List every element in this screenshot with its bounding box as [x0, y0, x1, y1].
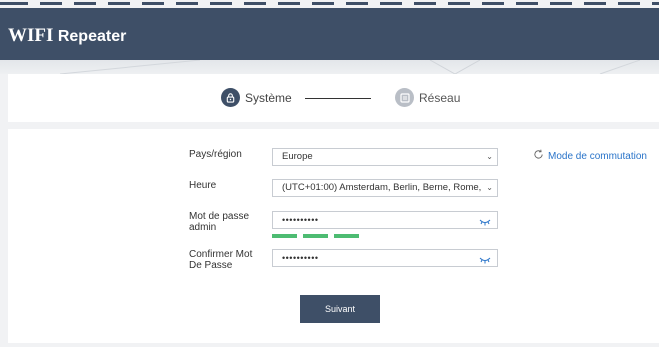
- next-button[interactable]: Suivant: [300, 295, 380, 323]
- app-header: WIFI Repeater: [0, 8, 659, 60]
- time-label: Heure: [189, 180, 217, 191]
- admin-password-label-line1: Mot de passe: [189, 211, 250, 222]
- strength-bar: [272, 234, 297, 238]
- top-dashed-strip: [0, 0, 659, 8]
- admin-password-label: Mot de passe admin: [189, 211, 269, 233]
- app-title-rest: Repeater: [53, 28, 127, 45]
- network-icon: [395, 88, 414, 107]
- strength-bar: [303, 234, 328, 238]
- chevron-down-icon: ⌄: [484, 180, 493, 196]
- confirm-password-field[interactable]: ••••••••••: [272, 249, 498, 267]
- eye-closed-icon[interactable]: [479, 216, 491, 228]
- admin-password-value: ••••••••••: [282, 215, 319, 225]
- timezone-value: (UTC+01:00) Amsterdam, Berlin, Berne, Ro…: [282, 182, 491, 193]
- country-label: Pays/région: [189, 149, 242, 160]
- step-network-label: Réseau: [419, 90, 461, 105]
- step-connector: [305, 98, 371, 99]
- switch-mode-link[interactable]: Mode de commutation: [533, 149, 647, 163]
- admin-password-field[interactable]: ••••••••••: [272, 211, 498, 229]
- step-system-label: Système: [245, 90, 292, 105]
- step-network: Réseau: [395, 88, 460, 107]
- decor-band: [0, 60, 659, 74]
- admin-password-label-line2: admin: [189, 222, 217, 233]
- confirm-password-value: ••••••••••: [282, 253, 319, 263]
- country-select[interactable]: Europe ⌄: [272, 148, 498, 166]
- switch-mode-label: Mode de commutation: [548, 150, 647, 162]
- lock-icon: [221, 88, 240, 107]
- country-value: Europe: [282, 151, 313, 162]
- step-system: Système: [221, 88, 292, 107]
- confirm-password-label-line1: Confirmer Mot: [189, 249, 253, 260]
- password-strength-meter: [272, 234, 359, 238]
- app-title: WIFI Repeater: [8, 25, 126, 47]
- timezone-select[interactable]: (UTC+01:00) Amsterdam, Berlin, Berne, Ro…: [272, 179, 498, 197]
- chevron-down-icon: ⌄: [486, 152, 493, 161]
- wizard-steps: Système Réseau: [8, 74, 659, 122]
- confirm-password-label-line2: De Passe: [189, 260, 233, 271]
- refresh-icon: [533, 149, 544, 163]
- settings-form: Pays/région Europe ⌄ Heure (UTC+01:00) A…: [8, 129, 659, 343]
- eye-closed-icon[interactable]: [479, 254, 491, 266]
- confirm-password-label: Confirmer Mot De Passe: [189, 249, 269, 271]
- strength-bar: [334, 234, 359, 238]
- app-title-brand: WIFI: [8, 25, 54, 46]
